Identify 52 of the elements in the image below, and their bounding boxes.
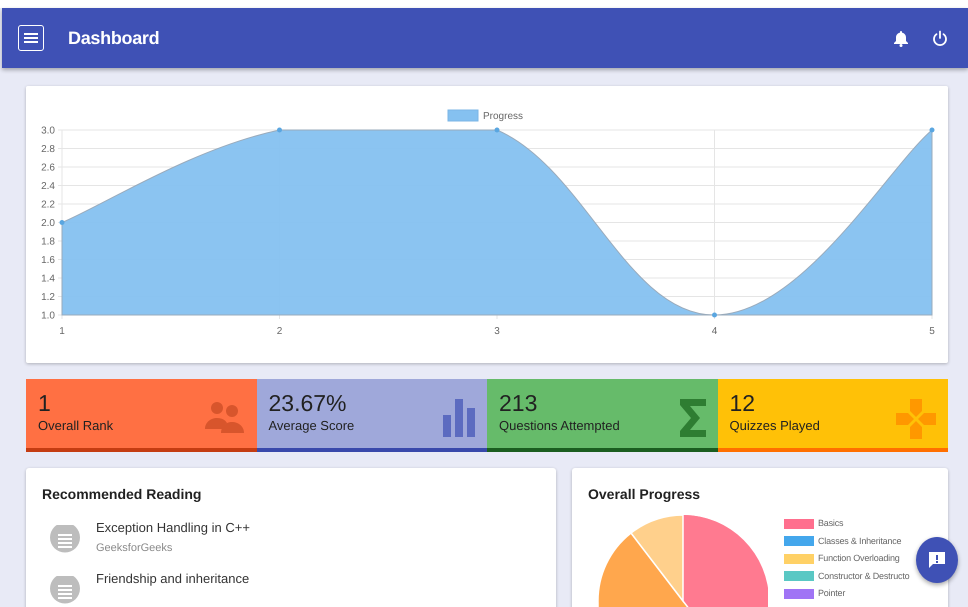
stat-value: 12 <box>730 391 756 416</box>
stat-value: 213 <box>499 391 538 416</box>
y-tick-label: 2.0 <box>41 218 55 229</box>
data-point <box>930 128 934 132</box>
y-tick-label: 2.4 <box>41 181 55 192</box>
bar-chart-icon <box>443 399 475 437</box>
y-tick-label: 2.8 <box>41 144 55 155</box>
x-tick-label: 2 <box>276 326 282 337</box>
stat-value: 1 <box>38 391 52 416</box>
card-title: Overall Progress <box>588 485 702 504</box>
data-point <box>712 312 717 318</box>
y-tick-label: 1.6 <box>41 255 55 266</box>
document-icon <box>50 525 80 555</box>
stat-label: Overall Rank <box>38 417 114 436</box>
gamepad-icon <box>896 399 936 439</box>
legend-label: Function Overloading <box>818 552 900 565</box>
legend-label: Basics <box>818 517 844 530</box>
stat-value: 23.67% <box>268 391 348 416</box>
x-tick-label: 5 <box>929 326 935 337</box>
x-tick-label: 4 <box>712 326 718 337</box>
y-tick-label: 1.0 <box>41 310 55 322</box>
sigma-icon <box>680 399 706 437</box>
feedback-icon <box>927 550 947 570</box>
stat-label: Average Score <box>268 417 356 436</box>
y-tick-label: 2.2 <box>41 200 55 210</box>
data-point <box>277 128 282 132</box>
card-title: Recommended Reading <box>42 485 202 504</box>
y-tick-label: 3.0 <box>41 126 55 136</box>
legend-label: Constructor & Destructo <box>818 570 910 582</box>
legend-label: Pointer <box>818 587 846 600</box>
menu-button[interactable] <box>18 25 44 51</box>
y-tick-label: 1.4 <box>41 274 55 284</box>
y-tick-label: 1.8 <box>41 236 55 248</box>
legend-swatch <box>448 110 478 122</box>
legend-label: Classes & Inheritance <box>818 534 902 548</box>
y-tick-label: 1.2 <box>41 292 55 303</box>
y-tick-label: 2.6 <box>41 162 55 174</box>
article-title[interactable]: Friendship and inheritance <box>96 572 250 588</box>
data-point <box>60 220 64 225</box>
people-icon <box>204 399 244 433</box>
stat-label: Questions Attempted <box>499 417 621 436</box>
article-title[interactable]: Exception Handling in C++ <box>96 521 250 536</box>
stat-label: Quizzes Played <box>730 417 821 436</box>
article-source: GeeksforGeeks <box>96 540 174 556</box>
menu-icon <box>24 32 38 44</box>
data-point <box>494 128 500 132</box>
notification-bell-icon[interactable] <box>894 30 908 46</box>
x-tick-label: 1 <box>59 326 65 337</box>
x-tick-label: 3 <box>494 326 500 337</box>
page-title: Dashboard <box>68 26 160 50</box>
legend-label: Progress <box>483 111 524 122</box>
power-icon[interactable] <box>932 30 948 46</box>
